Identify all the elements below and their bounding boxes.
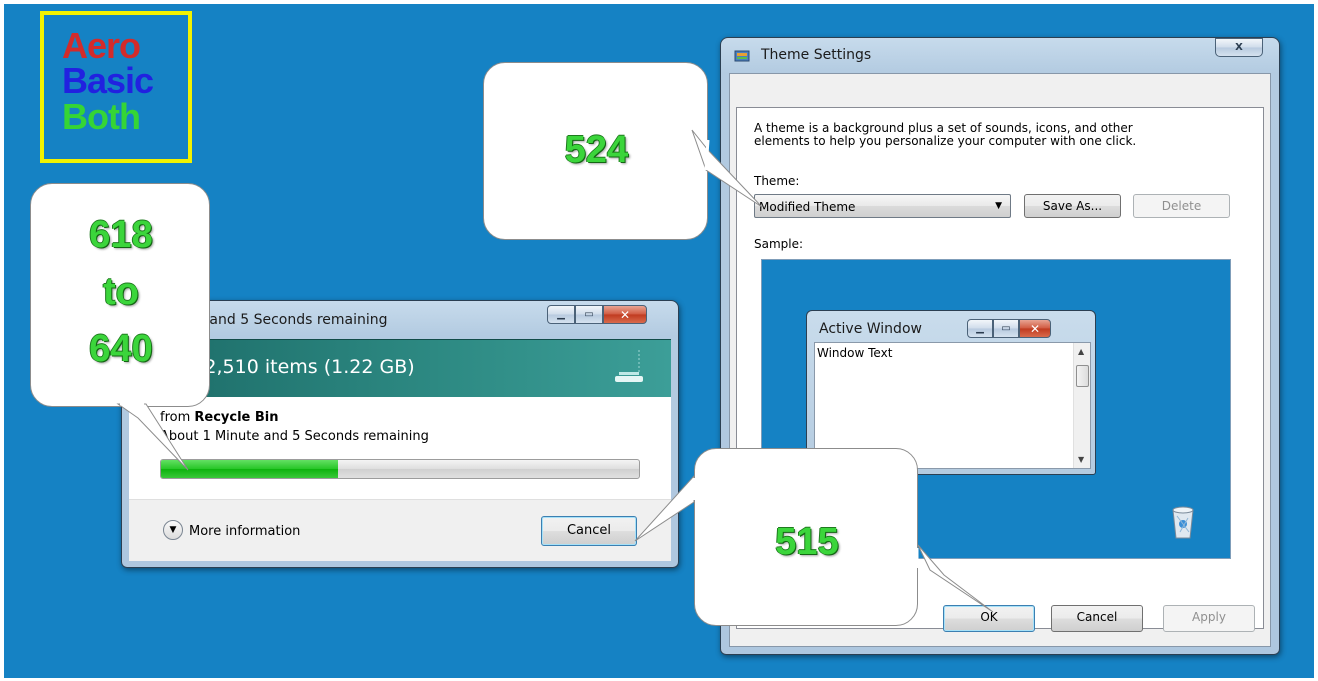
callout-progress: 618 to 640 — [30, 183, 210, 407]
sample-label: Sample: — [754, 237, 804, 251]
description-line-2: elements to help you personalize your co… — [754, 134, 1137, 148]
chevron-down-icon: ▼ — [169, 525, 177, 535]
time-remaining: About 1 Minute and 5 Seconds remaining — [160, 429, 429, 444]
callout-theme-dropdown-value: 524 — [564, 129, 629, 171]
maximize-icon: ▭ — [584, 309, 594, 320]
callout-progress-until: 640 — [89, 328, 153, 370]
close-icon: ✕ — [619, 307, 631, 322]
callout-progress-from: 618 — [89, 214, 153, 256]
sample-window-text: Window Text — [817, 346, 893, 360]
dropdown-arrow-icon: ▼ — [995, 201, 1002, 211]
transfer-animation-icon — [615, 350, 643, 382]
source-location: Recycle Bin — [194, 410, 279, 425]
sample-window-title: Active Window — [819, 321, 922, 337]
progress-window-title: ute and 5 Seconds remaining — [182, 312, 388, 328]
sample-scrollbar: ▲ ▼ — [1073, 343, 1090, 468]
more-information-toggle[interactable]: ▼ — [163, 520, 183, 540]
from-prefix: from — [160, 410, 195, 425]
recycle-bin-icon — [1172, 506, 1194, 539]
source-line: from Recycle Bin — [160, 411, 279, 424]
legend-box: Aero Basic Both — [40, 11, 192, 163]
callout-ok-button-value: 515 — [775, 521, 839, 563]
sample-close-icon: ✕ — [1019, 319, 1051, 338]
theme-label: Theme: — [754, 174, 800, 188]
callout-ok-button: 515 — [694, 448, 918, 626]
progress-footer: ▼ More information Cancel — [129, 499, 671, 561]
legend-basic: Basic — [62, 60, 154, 101]
minimize-icon: ▁ — [557, 309, 565, 320]
maximize-button[interactable]: ▭ — [575, 305, 603, 324]
apply-button[interactable]: Apply — [1163, 605, 1255, 632]
scroll-up-icon: ▲ — [1078, 347, 1085, 356]
legend-aero: Aero — [62, 25, 141, 66]
callout-theme-dropdown: 524 — [483, 62, 708, 240]
sample-maximize-icon: ▭ — [993, 319, 1019, 338]
delete-button[interactable]: Delete — [1133, 194, 1230, 218]
scroll-thumb — [1076, 365, 1089, 387]
more-information-label[interactable]: More information — [189, 525, 300, 538]
close-button[interactable]: ✕ — [603, 305, 647, 324]
sample-minimize-icon: ▁ — [967, 319, 993, 338]
theme-dropdown[interactable]: Modified Theme ▼ — [754, 194, 1011, 218]
save-as-button[interactable]: Save As... — [1024, 194, 1121, 218]
theme-settings-icon — [734, 50, 750, 62]
ok-button[interactable]: OK — [943, 605, 1035, 632]
minimize-button[interactable]: ▁ — [547, 305, 575, 324]
callout-progress-to: to — [103, 271, 139, 313]
scroll-down-icon: ▼ — [1078, 455, 1085, 464]
theme-dropdown-value: Modified Theme — [759, 200, 856, 214]
progress-body: from Recycle Bin About 1 Minute and 5 Se… — [129, 397, 671, 499]
progress-bar-fill — [161, 460, 338, 478]
close-icon: X — [1235, 42, 1243, 53]
close-button[interactable]: X — [1215, 38, 1263, 57]
cancel-button[interactable]: Cancel — [1051, 605, 1143, 632]
legend-both: Both — [62, 96, 141, 137]
window-title: Theme Settings — [761, 47, 872, 63]
progress-cancel-button[interactable]: Cancel — [541, 516, 637, 546]
progress-bar — [160, 459, 640, 479]
